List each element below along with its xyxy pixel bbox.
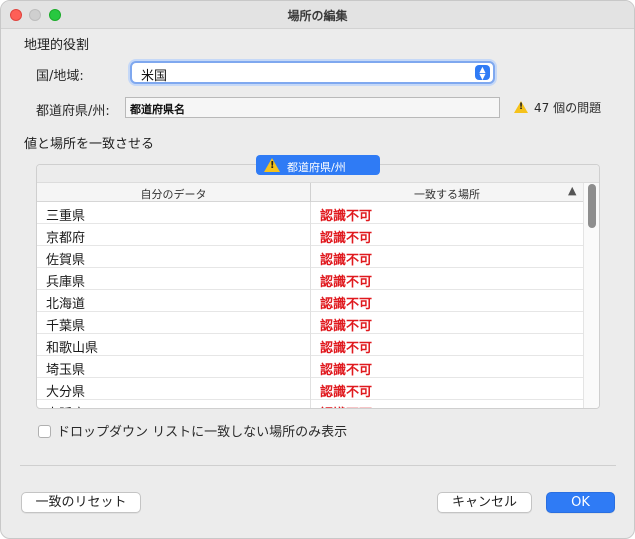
state-field[interactable]: 都道府県名: [125, 97, 500, 118]
vertical-scrollbar[interactable]: [583, 183, 599, 408]
cell-divider: [310, 378, 311, 400]
my-data-cell: 京都府: [46, 231, 86, 246]
scrollbar-thumb[interactable]: [588, 184, 596, 228]
my-data-cell: 大阪府: [46, 403, 85, 408]
unmatched-only-label: ドロップダウン リストに一致しない場所のみ表示: [57, 425, 348, 440]
match-section-label: 値と場所を一致させる: [24, 137, 155, 152]
table-row[interactable]: 大阪府 認識不可: [37, 400, 583, 408]
cancel-button[interactable]: キャンセル: [437, 492, 532, 513]
table-row[interactable]: 大分県 認識不可: [37, 378, 583, 400]
matching-location-cell[interactable]: 認識不可: [320, 205, 372, 224]
matching-location-cell[interactable]: 認識不可: [320, 271, 372, 290]
divider: [20, 465, 616, 466]
reset-matching-button[interactable]: 一致のリセット: [21, 492, 141, 513]
cell-divider: [310, 224, 311, 246]
title-bar: 場所の編集: [1, 1, 634, 29]
matching-location-cell[interactable]: 認識不可: [320, 359, 372, 378]
cell-divider: [310, 356, 311, 378]
cell-divider: [310, 400, 311, 408]
country-label: 国/地域:: [36, 69, 84, 84]
unmatched-only-option[interactable]: ドロップダウン リストに一致しない場所のみ表示: [38, 421, 347, 440]
my-data-cell: 埼玉県: [46, 363, 86, 378]
tab-state[interactable]: 都道府県/州: [256, 155, 380, 175]
chevron-up-down-icon: ▲ ▼: [475, 65, 490, 81]
tab-state-label: 都道府県/州: [287, 161, 346, 174]
issues-count: 47 個の問題: [534, 101, 602, 115]
edit-locations-dialog: 場所の編集 地理的役割 国/地域: 米国 ▲▼ 都道府県/州: 都道府県名 47…: [0, 0, 635, 539]
matching-location-cell[interactable]: 認識不可: [320, 315, 372, 334]
warning-icon: [514, 101, 528, 113]
matching-location-cell[interactable]: 認識不可: [320, 337, 372, 356]
table-row[interactable]: 千葉県 認識不可: [37, 312, 583, 334]
my-data-cell: 千葉県: [46, 319, 86, 334]
my-data-cell: 三重県: [46, 209, 86, 224]
issues-indicator[interactable]: 47 個の問題: [514, 99, 601, 116]
unmatched-only-checkbox[interactable]: [38, 425, 51, 438]
country-select[interactable]: 米国 ▲ ▼: [130, 61, 495, 84]
cell-divider: [310, 312, 311, 334]
table-row[interactable]: 京都府 認識不可: [37, 224, 583, 246]
my-data-cell: 北海道: [46, 297, 86, 312]
my-data-cell: 和歌山県: [46, 341, 99, 356]
table-row[interactable]: 北海道 認識不可: [37, 290, 583, 312]
cell-divider: [310, 290, 311, 312]
state-field-value: 都道府県名: [130, 103, 185, 116]
table-header: 自分のデータ 一致する場所 ▲: [37, 183, 583, 202]
table-row[interactable]: 佐賀県 認識不可: [37, 246, 583, 268]
sort-ascending-icon[interactable]: ▲: [568, 184, 576, 197]
cell-divider: [310, 334, 311, 356]
column-header-matching-location[interactable]: 一致する場所: [311, 186, 583, 202]
table-row[interactable]: 三重県 認識不可: [37, 202, 583, 224]
cell-divider: [310, 268, 311, 290]
table-row[interactable]: 兵庫県 認識不可: [37, 268, 583, 290]
window-title: 場所の編集: [287, 9, 348, 23]
country-select-value: 米国: [141, 69, 168, 84]
matching-location-cell[interactable]: 認識不可: [320, 227, 372, 246]
state-label: 都道府県/州:: [36, 104, 110, 119]
matching-location-cell[interactable]: 認識不可: [320, 381, 372, 400]
warning-icon: [264, 158, 280, 172]
matching-location-cell[interactable]: 認識不可: [320, 403, 372, 408]
table-row[interactable]: 埼玉県 認識不可: [37, 356, 583, 378]
matching-location-cell[interactable]: 認識不可: [320, 293, 372, 312]
table-row[interactable]: 和歌山県 認識不可: [37, 334, 583, 356]
match-table: 自分のデータ 一致する場所 ▲ 三重県 認識不可 京都府 認識不可 佐賀県 認識不可 兵庫県…: [36, 164, 600, 409]
table-rows: 三重県 認識不可 京都府 認識不可 佐賀県 認識不可 兵庫県 認識不可 北海道 認識不可 千葉県 認識…: [37, 202, 583, 408]
geo-role-section-label: 地理的役割: [24, 38, 90, 53]
column-header-my-data[interactable]: 自分のデータ: [37, 186, 310, 202]
my-data-cell: 大分県: [46, 385, 86, 400]
my-data-cell: 兵庫県: [46, 275, 86, 290]
ok-button[interactable]: OK: [546, 492, 615, 513]
cell-divider: [310, 246, 311, 268]
my-data-cell: 佐賀県: [46, 253, 86, 268]
cell-divider: [310, 202, 311, 224]
matching-location-cell[interactable]: 認識不可: [320, 249, 372, 268]
